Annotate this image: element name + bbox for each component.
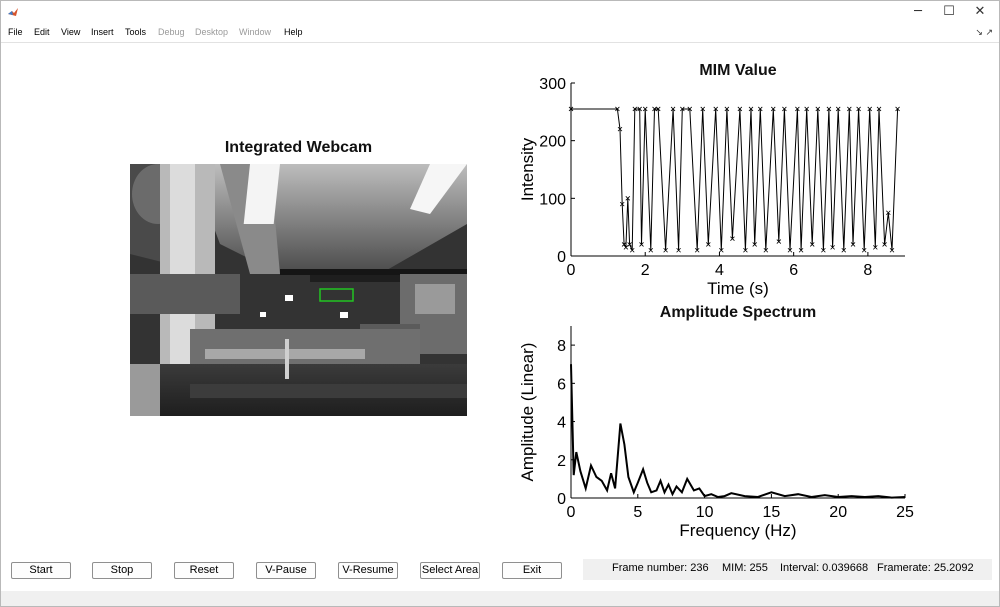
exit-button[interactable]: Exit (502, 562, 562, 579)
x-tick-label: 10 (696, 504, 714, 521)
title-bar: ─ ☐ ✕ (1, 1, 999, 23)
v-pause-button[interactable]: V-Pause (256, 562, 316, 579)
y-tick-label: 0 (557, 491, 566, 508)
status-bar: Frame number: 236 MIM: 255 Interval: 0.0… (583, 559, 992, 580)
framerate-text: Framerate: 25.2092 (877, 562, 974, 574)
y-tick-label: 0 (557, 249, 566, 266)
start-button[interactable]: Start (11, 562, 71, 579)
close-button[interactable]: ✕ (969, 3, 991, 21)
x-tick-label: 8 (863, 262, 872, 279)
x-tick-label: 5 (633, 504, 642, 521)
menu-desktop[interactable]: Desktop (195, 27, 228, 37)
v-resume-button[interactable]: V-Resume (338, 562, 398, 579)
menu-window[interactable]: Window (239, 27, 271, 37)
x-tick-label: 6 (789, 262, 798, 279)
y-tick-label: 200 (539, 134, 566, 151)
frame-number-text: Frame number: 236 (612, 562, 709, 574)
stop-button[interactable]: Stop (92, 562, 152, 579)
webcam-title: Integrated Webcam (224, 139, 373, 156)
menu-debug[interactable]: Debug (158, 27, 185, 37)
dock-undock-icon[interactable]: ↘ ↗ (975, 27, 993, 38)
interval-text: Interval: 0.039668 (780, 562, 869, 574)
menu-insert[interactable]: Insert (91, 27, 114, 37)
y-tick-label: 300 (539, 76, 566, 93)
maximize-button[interactable]: ☐ (938, 3, 960, 21)
menu-view[interactable]: View (61, 27, 80, 37)
menu-file[interactable]: File (8, 27, 23, 37)
mim-text: MIM: 255 (722, 562, 768, 574)
webcam-image[interactable] (130, 164, 467, 416)
amplitude-spectrum-chart[interactable]: 0 5 10 15 20 25 0 2 4 6 8 Frequency (Hz) Amplitude (… (501, 319, 921, 544)
menu-edit[interactable]: Edit (34, 27, 50, 37)
y-axis-label: Amplitude (Linear) (518, 343, 537, 482)
y-tick-label: 8 (557, 338, 566, 355)
x-axis-label: Time (s) (707, 279, 769, 298)
menu-help[interactable]: Help (284, 27, 303, 37)
close-icon: ✕ (974, 4, 986, 19)
footer-strip (1, 591, 999, 606)
webcam-scene (130, 164, 467, 416)
menu-tools[interactable]: Tools (125, 27, 146, 37)
y-tick-label: 100 (539, 191, 566, 208)
y-axis-label: Intensity (518, 137, 537, 201)
x-tick-label: 4 (715, 262, 724, 279)
x-tick-label: 20 (829, 504, 847, 521)
y-tick-label: 6 (557, 376, 566, 393)
y-tick-label: 4 (557, 415, 566, 432)
series-line (570, 364, 906, 499)
matlab-app-icon (8, 8, 18, 16)
menu-bar: File Edit View Insert Tools Debug Deskto… (1, 23, 999, 43)
minimize-icon: ─ (914, 4, 922, 19)
minimize-button[interactable]: ─ (907, 3, 929, 21)
x-tick-label: 25 (896, 504, 914, 521)
x-axis-label: Frequency (Hz) (679, 521, 796, 540)
maximize-icon: ☐ (943, 4, 955, 19)
x-tick-label: 0 (567, 262, 576, 279)
reset-button[interactable]: Reset (174, 562, 234, 579)
series-line (571, 108, 899, 251)
mim-value-chart[interactable]: 0 2 4 6 8 0 100 200 300 Time (s) Intensity (501, 76, 921, 306)
matlab-figure-window: ─ ☐ ✕ File Edit View Insert Tools Debug … (0, 0, 1000, 607)
x-tick-label: 2 (641, 262, 650, 279)
y-tick-label: 2 (557, 453, 566, 470)
x-tick-label: 15 (763, 504, 781, 521)
x-tick-label: 0 (567, 504, 576, 521)
select-area-button[interactable]: Select Area (420, 562, 480, 579)
